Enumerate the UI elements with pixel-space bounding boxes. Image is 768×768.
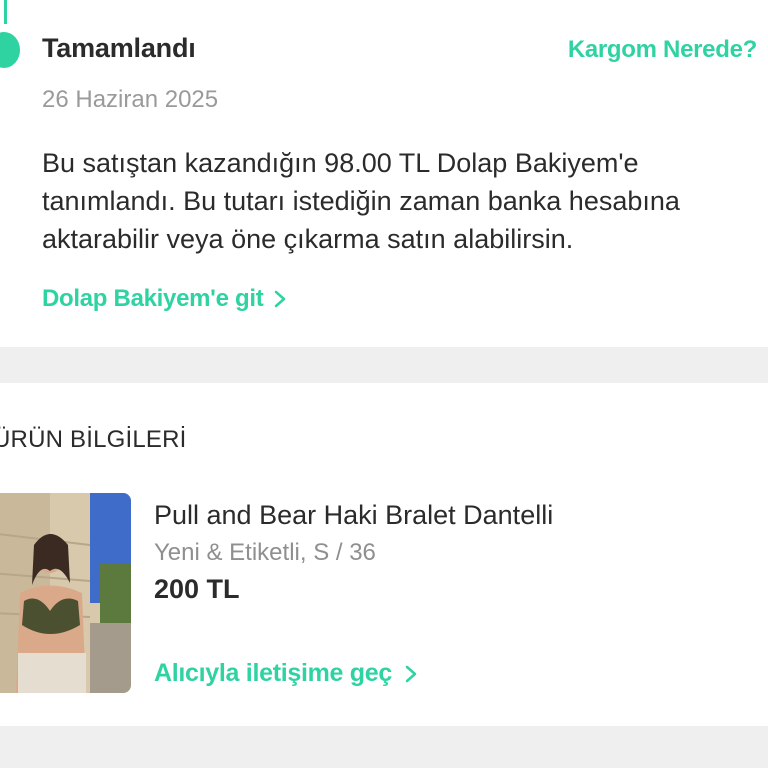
product-image[interactable] — [0, 493, 131, 693]
product-price: 200 TL — [154, 574, 240, 604]
balance-link[interactable]: Dolap Bakiyem'e git — [42, 285, 287, 313]
contact-buyer-link[interactable]: Alıcıyla iletişime geç — [154, 659, 418, 688]
status-title: Tamamlandı — [42, 33, 196, 63]
product-info-card: ÜRÜN BİLGİLERİ Pull and Bear Haki Bralet… — [0, 383, 768, 726]
product-photo — [0, 493, 131, 693]
contact-buyer-label: Alıcıyla iletişime geç — [154, 659, 392, 687]
timeline-dot-icon — [0, 32, 20, 68]
status-message: Bu satıştan kazandığın 98.00 TL Dolap Ba… — [42, 148, 680, 254]
balance-link-label: Dolap Bakiyem'e git — [42, 285, 264, 312]
order-status-card: Tamamlandı Kargom Nerede? 26 Haziran 202… — [0, 0, 768, 347]
product-name: Pull and Bear Haki Bralet Dantelli — [154, 500, 554, 530]
track-shipment-link[interactable]: Kargom Nerede? — [568, 36, 757, 64]
chevron-right-icon — [275, 290, 286, 308]
chevron-right-icon — [405, 665, 417, 682]
section-title: ÜRÜN BİLGİLERİ — [0, 426, 187, 453]
timeline-line — [4, 0, 7, 24]
status-date: 26 Haziran 2025 — [42, 86, 219, 113]
product-condition-size: Yeni & Etiketli, S / 36 — [154, 539, 376, 566]
